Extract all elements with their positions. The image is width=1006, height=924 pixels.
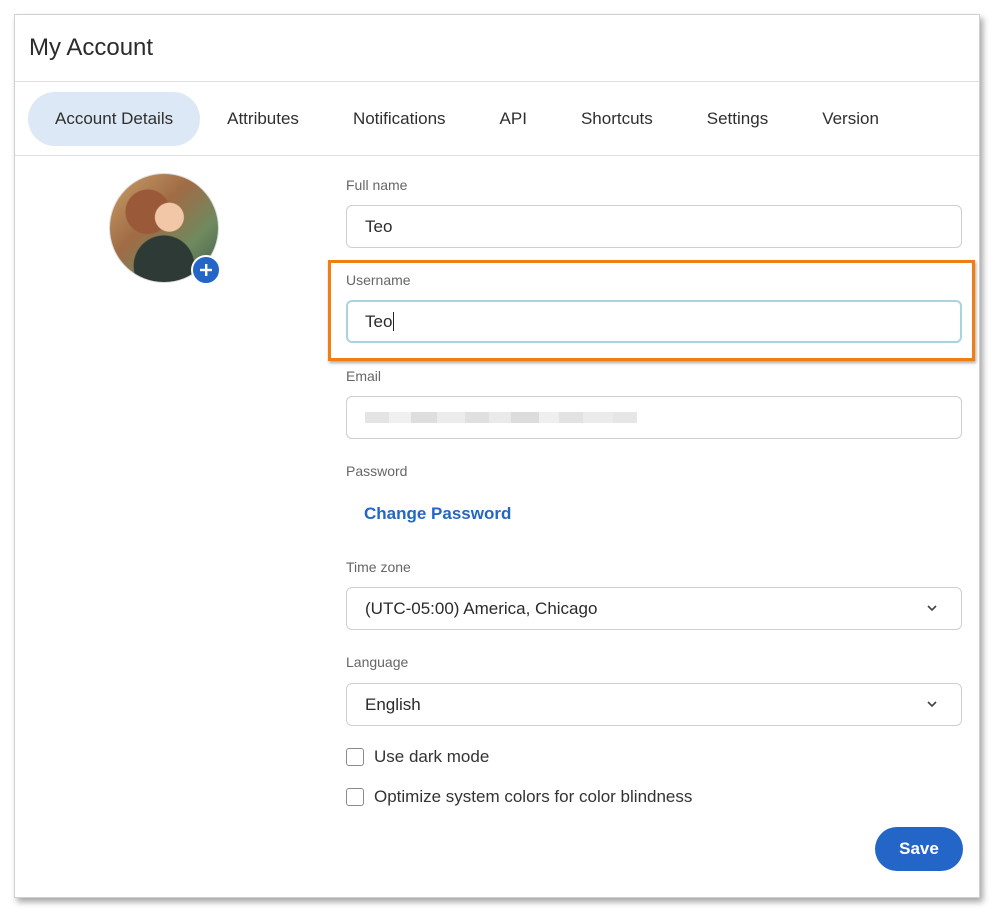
change-password-link[interactable]: Change Password xyxy=(364,504,511,524)
full-name-value: Teo xyxy=(365,216,393,236)
language-label: Language xyxy=(346,654,409,670)
username-input[interactable]: Teo xyxy=(346,300,962,343)
page-title: My Account xyxy=(29,34,154,61)
language-value: English xyxy=(365,694,421,714)
username-value: Teo xyxy=(365,311,393,331)
dark-mode-checkbox[interactable] xyxy=(346,748,364,766)
plus-circle-icon xyxy=(200,264,212,276)
password-label: Password xyxy=(346,463,408,479)
time-zone-value: (UTC-05:00) America, Chicago xyxy=(365,598,598,618)
tab-account-details[interactable]: Account Details xyxy=(28,91,201,146)
tab-settings[interactable]: Settings xyxy=(680,92,795,146)
email-label: Email xyxy=(346,368,382,384)
tab-version[interactable]: Version xyxy=(795,92,906,146)
email-input[interactable] xyxy=(346,396,962,439)
window-header: My Account xyxy=(15,15,979,82)
time-zone-label: Time zone xyxy=(346,559,411,575)
tab-shortcuts[interactable]: Shortcuts xyxy=(554,92,680,146)
color-blind-row: Optimize system colors for color blindne… xyxy=(346,787,692,807)
username-label: Username xyxy=(346,272,411,288)
language-select[interactable]: English xyxy=(346,683,962,726)
full-name-label: Full name xyxy=(346,177,408,193)
save-button[interactable]: Save xyxy=(875,827,963,871)
dark-mode-label: Use dark mode xyxy=(374,747,490,766)
add-photo-button[interactable] xyxy=(191,255,221,285)
tab-attributes[interactable]: Attributes xyxy=(200,92,326,146)
tab-api[interactable]: API xyxy=(473,92,554,146)
color-blind-checkbox[interactable] xyxy=(346,788,364,806)
chevron-down-icon xyxy=(927,605,937,612)
tab-notifications[interactable]: Notifications xyxy=(326,92,473,146)
time-zone-select[interactable]: (UTC-05:00) America, Chicago xyxy=(346,587,962,630)
color-blind-label: Optimize system colors for color blindne… xyxy=(374,787,693,806)
text-caret xyxy=(393,312,395,331)
my-account-window: My Account Account Details Attributes No… xyxy=(14,14,980,898)
dark-mode-row: Use dark mode xyxy=(346,747,489,767)
email-redacted xyxy=(365,407,637,429)
avatar-container xyxy=(109,173,221,285)
chevron-down-icon xyxy=(927,701,937,708)
tab-bar: Account Details Attributes Notifications… xyxy=(15,82,979,156)
full-name-input[interactable]: Teo xyxy=(346,205,962,248)
